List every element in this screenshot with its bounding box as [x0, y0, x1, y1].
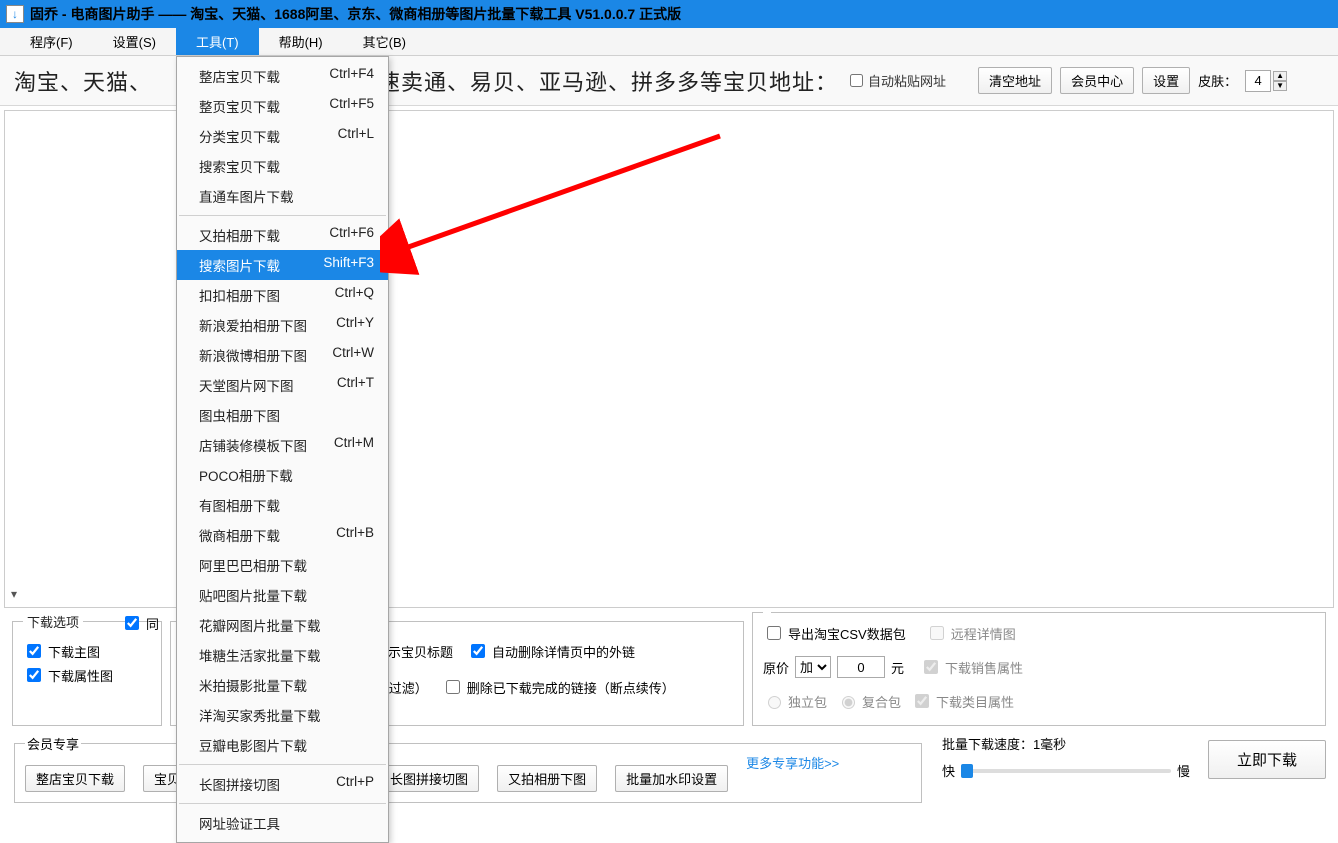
menu-tools[interactable]: 工具(T) [176, 28, 259, 55]
speed-label: 批量下载速度：1毫秒 [942, 734, 1190, 753]
tools-menu-item[interactable]: 整页宝贝下载Ctrl+F5 [177, 91, 388, 121]
menu-program[interactable]: 程序(F) [10, 28, 93, 55]
app-icon: ↓ [6, 5, 24, 23]
tools-menu-item[interactable]: 有图相册下载 [177, 490, 388, 520]
clear-address-button[interactable]: 清空地址 [978, 67, 1052, 94]
vip-long-image-button[interactable]: 长图拼接切图 [379, 765, 479, 792]
tools-menu-item[interactable]: 米拍摄影批量下载 [177, 670, 388, 700]
tools-menu-item[interactable]: 搜索宝贝下载 [177, 151, 388, 181]
tools-menu-item[interactable]: 又拍相册下载Ctrl+F6 [177, 220, 388, 250]
tools-menu-item[interactable]: 豆瓣电影图片下载 [177, 730, 388, 760]
auto-paste-checkbox[interactable]: 自动粘贴网址 [846, 71, 946, 90]
menu-help[interactable]: 帮助(H) [259, 28, 343, 55]
del-done-checkbox[interactable] [446, 680, 460, 694]
addr-label-left: 淘宝、天猫、 [14, 65, 152, 97]
settings-button[interactable]: 设置 [1142, 67, 1190, 94]
tools-dropdown: 整店宝贝下载Ctrl+F4整页宝贝下载Ctrl+F5分类宝贝下载Ctrl+L搜索… [176, 56, 389, 843]
download-attr-img-checkbox[interactable] [27, 668, 41, 682]
price-label: 原价 [763, 658, 789, 677]
export-panel: 导出淘宝CSV数据包 远程详情图 原价 加 元 下载销售属性 独立包 复合包 下… [752, 612, 1326, 726]
vip-legend: 会员专享 [25, 734, 81, 753]
dropdown-handle-icon[interactable]: ▾ [11, 587, 17, 601]
tools-menu-item[interactable]: 堆糖生活家批量下载 [177, 640, 388, 670]
auto-del-links-checkbox[interactable] [471, 644, 485, 658]
titlebar: ↓ 固乔 - 电商图片助手 —— 淘宝、天猫、1688阿里、京东、微商相册等图片… [0, 0, 1338, 28]
tools-menu-item[interactable]: 贴吧图片批量下载 [177, 580, 388, 610]
download-options-legend: 下载选项 [23, 612, 83, 631]
vip-watermark-button[interactable]: 批量加水印设置 [615, 765, 728, 792]
price-op-select[interactable]: 加 [795, 656, 831, 678]
download-main-img-checkbox[interactable] [27, 644, 41, 658]
speed-slider[interactable] [961, 769, 1171, 773]
tools-menu-item[interactable]: 洋淘买家秀批量下载 [177, 700, 388, 730]
remote-detail-checkbox [930, 626, 944, 640]
tools-menu-item[interactable]: 长图拼接切图Ctrl+P [177, 769, 388, 799]
vip-whole-store-button[interactable]: 整店宝贝下载 [25, 765, 125, 792]
tools-menu-item[interactable]: 分类宝贝下载Ctrl+L [177, 121, 388, 151]
vip-youpai-button[interactable]: 又拍相册下图 [497, 765, 597, 792]
tools-menu-item[interactable]: 店铺装修模板下图Ctrl+M [177, 430, 388, 460]
skin-spinner[interactable]: ▲▼ [1245, 70, 1287, 92]
export-csv-checkbox[interactable] [767, 626, 781, 640]
tools-menu-item[interactable]: 微商相册下载Ctrl+B [177, 520, 388, 550]
tools-menu-item[interactable]: 图虫相册下图 [177, 400, 388, 430]
vip-panel: 会员专享 整店宝贝下载 宝贝分类下载 整页宝贝下载 长图拼接切图 又拍相册下图 … [14, 734, 922, 803]
tools-menu-item[interactable]: 直通车图片下载 [177, 181, 388, 211]
tools-menu-item[interactable]: 新浪爱拍相册下图Ctrl+Y [177, 310, 388, 340]
spin-up-icon[interactable]: ▲ [1273, 71, 1287, 81]
tools-menu-item[interactable]: 扣扣相册下图Ctrl+Q [177, 280, 388, 310]
speed-slow-label: 慢 [1177, 761, 1190, 780]
addr-label-right: 速卖通、易贝、亚马逊、拼多多等宝贝地址： [378, 65, 838, 97]
tools-menu-item[interactable]: 搜索图片下载Shift+F3 [177, 250, 388, 280]
dl-sale-attr-checkbox [924, 660, 938, 674]
more-vip-link[interactable]: 更多专享功能>> [746, 753, 839, 772]
download-options-panel: 下载选项 同 下载主图 下载属性图 [12, 612, 162, 726]
tools-menu-item[interactable]: 网址验证工具 [177, 808, 388, 838]
tools-menu-item[interactable]: 花瓣网图片批量下载 [177, 610, 388, 640]
skin-label: 皮肤： [1198, 71, 1237, 90]
spin-down-icon[interactable]: ▼ [1273, 81, 1287, 91]
tools-menu-item[interactable]: 新浪微博相册下图Ctrl+W [177, 340, 388, 370]
start-download-button[interactable]: 立即下载 [1208, 740, 1326, 779]
speed-fast-label: 快 [942, 761, 955, 780]
tools-menu-item[interactable]: 整店宝贝下载Ctrl+F4 [177, 61, 388, 91]
menu-settings[interactable]: 设置(S) [93, 28, 176, 55]
price-value-input[interactable] [837, 656, 885, 678]
menu-other[interactable]: 其它(B) [343, 28, 426, 55]
tools-menu-item[interactable]: POCO相册下载 [177, 460, 388, 490]
standalone-radio [768, 696, 781, 709]
same-checkbox[interactable] [125, 616, 139, 630]
composite-radio [842, 696, 855, 709]
tools-menu-item[interactable]: 天堂图片网下图Ctrl+T [177, 370, 388, 400]
window-title: 固乔 - 电商图片助手 —— 淘宝、天猫、1688阿里、京东、微商相册等图片批量… [30, 4, 681, 24]
tools-menu-item[interactable]: 阿里巴巴相册下载 [177, 550, 388, 580]
dl-cat-attr-checkbox [915, 694, 929, 708]
skin-value[interactable] [1245, 70, 1271, 92]
menubar: 程序(F) 设置(S) 工具(T) 帮助(H) 其它(B) [0, 28, 1338, 56]
price-unit: 元 [891, 658, 904, 677]
speed-panel: 批量下载速度：1毫秒 快 慢 [942, 734, 1190, 780]
member-center-button[interactable]: 会员中心 [1060, 67, 1134, 94]
